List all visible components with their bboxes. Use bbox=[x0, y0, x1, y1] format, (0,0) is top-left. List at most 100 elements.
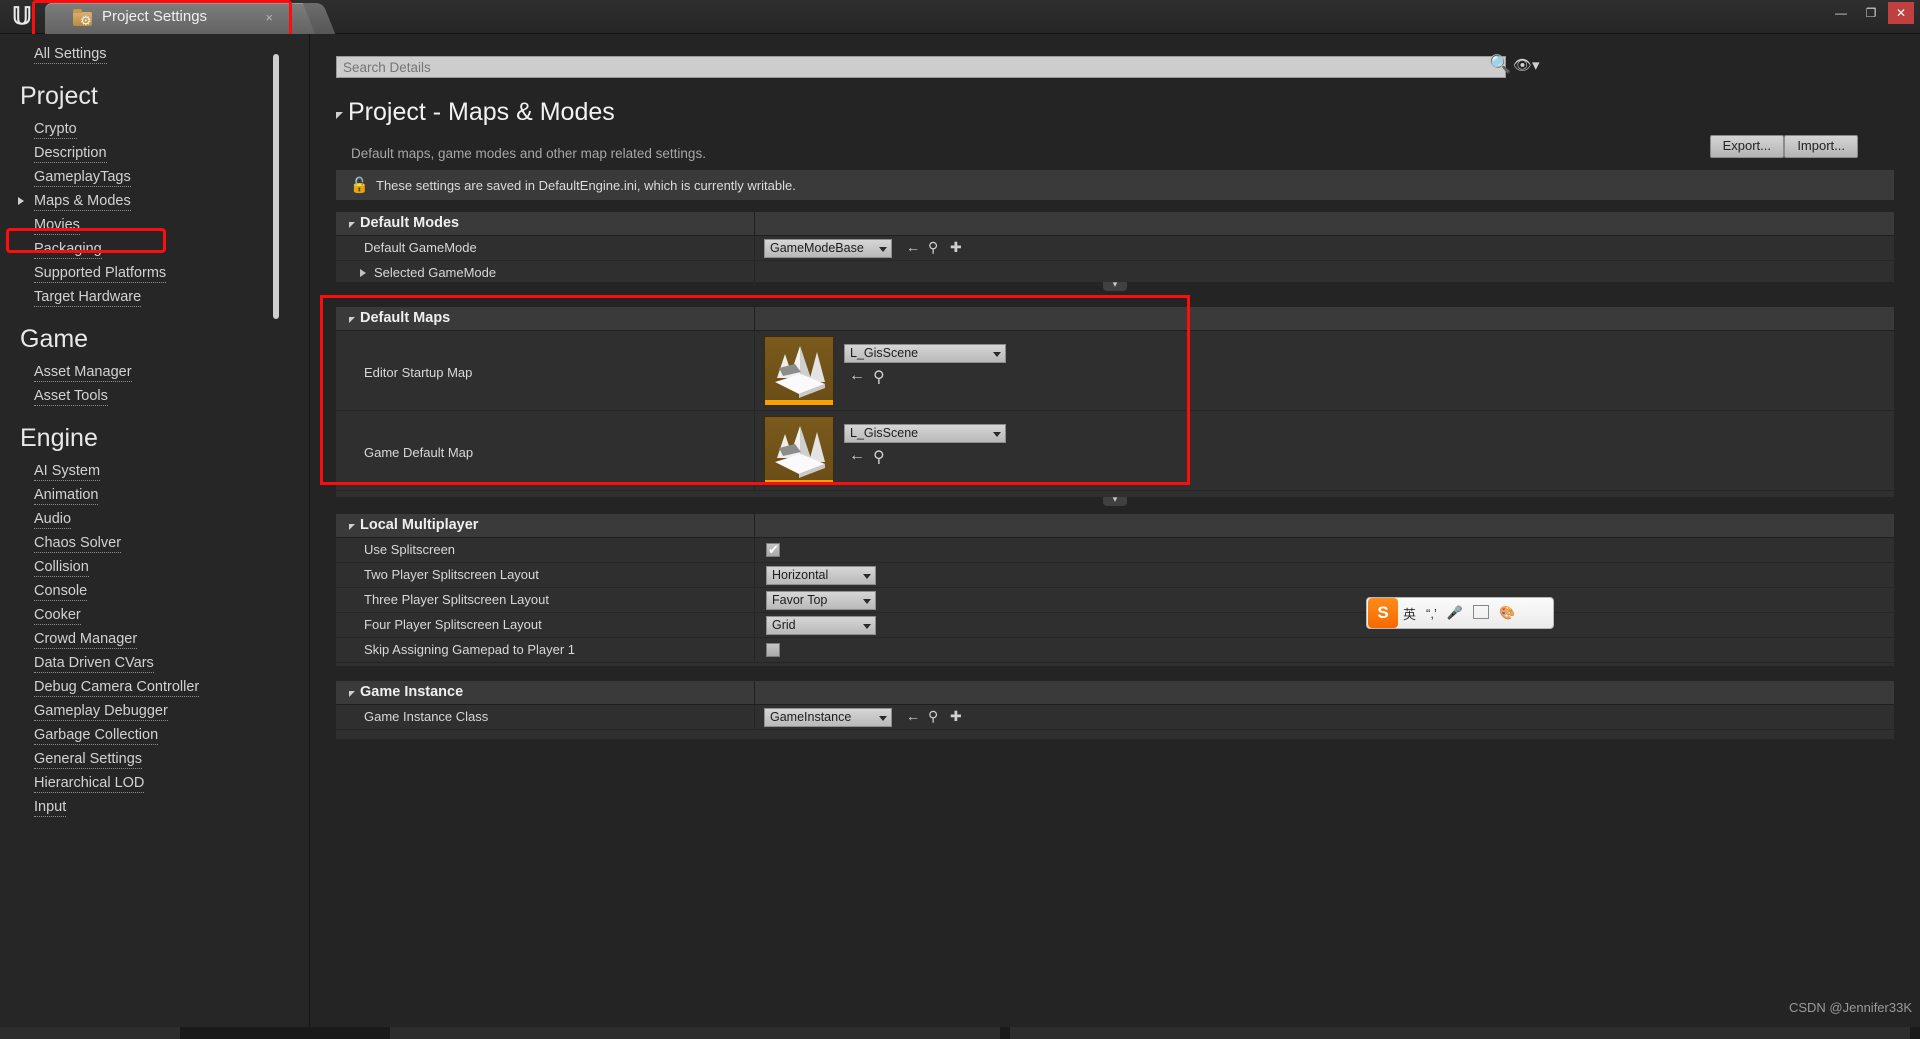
sidebar-item-label: AI System bbox=[34, 463, 101, 481]
palette-icon[interactable]: 🎨 bbox=[1494, 605, 1520, 621]
sidebar-scrollbar[interactable] bbox=[273, 54, 279, 319]
sidebar-item-collision[interactable]: Collision bbox=[0, 555, 309, 579]
sidebar-item-cooker[interactable]: Cooker bbox=[0, 603, 309, 627]
column-divider bbox=[754, 331, 755, 410]
sidebar-item-input[interactable]: Input bbox=[0, 795, 309, 819]
tab-project-settings[interactable]: ⚙ Project Settings × bbox=[45, 3, 315, 34]
asset-combo-box[interactable]: L_GisScene bbox=[844, 424, 1006, 443]
browse-icon[interactable]: ⚲ bbox=[928, 239, 938, 256]
reset-arrow-icon[interactable]: ← bbox=[906, 239, 920, 255]
expand-arrow-icon[interactable] bbox=[360, 269, 366, 277]
browse-icon[interactable]: ⚲ bbox=[873, 447, 885, 467]
combo-box[interactable]: Horizontal bbox=[766, 566, 876, 585]
microphone-icon[interactable]: 🎤 bbox=[1442, 605, 1468, 621]
sidebar-item-debug-camera-controller[interactable]: Debug Camera Controller bbox=[0, 675, 309, 699]
collapse-caret-icon[interactable] bbox=[349, 222, 355, 228]
sidebar-item-label: GameplayTags bbox=[34, 169, 131, 187]
checkbox[interactable] bbox=[766, 643, 780, 657]
checkbox[interactable] bbox=[766, 542, 780, 558]
unreal-engine-logo-icon: 𝕌 bbox=[12, 4, 32, 30]
sidebar-item-asset-tools[interactable]: Asset Tools bbox=[0, 384, 309, 408]
collapse-caret-icon[interactable] bbox=[349, 691, 355, 697]
asset-combo-box[interactable]: L_GisScene bbox=[844, 344, 1006, 363]
sidebar-item-gameplaytags[interactable]: GameplayTags bbox=[0, 165, 309, 189]
sidebar-item-packaging[interactable]: Packaging bbox=[0, 237, 309, 261]
sidebar-item-gameplay-debugger[interactable]: Gameplay Debugger bbox=[0, 699, 309, 723]
section-header[interactable]: Default Maps bbox=[336, 307, 1894, 331]
plus-icon[interactable]: ✚ bbox=[950, 708, 962, 725]
combo-box[interactable]: GameInstance bbox=[764, 708, 892, 727]
keyboard-icon[interactable] bbox=[1468, 604, 1494, 622]
settings-row: Four Player Splitscreen Layout Grid bbox=[336, 613, 1894, 638]
window-controls: — ❐ ✕ bbox=[1828, 2, 1914, 24]
sidebar-item-label: Gameplay Debugger bbox=[34, 703, 168, 721]
section-header[interactable]: Local Multiplayer bbox=[336, 514, 1894, 538]
chevron-down-icon bbox=[993, 432, 1001, 437]
sidebar-item-ai-system[interactable]: AI System bbox=[0, 459, 309, 483]
sidebar-item-label: Crypto bbox=[34, 121, 77, 139]
sidebar-item-description[interactable]: Description bbox=[0, 141, 309, 165]
ime-punctuation-toggle[interactable]: “,’ bbox=[1421, 606, 1442, 621]
sogou-logo-icon[interactable]: S bbox=[1368, 598, 1398, 628]
reset-arrow-icon[interactable]: ← bbox=[906, 708, 920, 724]
combo-box[interactable]: Grid bbox=[766, 616, 876, 635]
ime-language-mode[interactable]: 英 bbox=[1398, 604, 1421, 623]
sidebar-item-movies[interactable]: Movies bbox=[0, 213, 309, 237]
browse-icon[interactable]: ⚲ bbox=[928, 708, 938, 725]
sidebar-item-label: Supported Platforms bbox=[34, 265, 167, 283]
sidebar-item-asset-manager[interactable]: Asset Manager bbox=[0, 360, 309, 384]
combo-box[interactable]: GameModeBase bbox=[764, 239, 892, 258]
sidebar-item-data-driven-cvars[interactable]: Data Driven CVars bbox=[0, 651, 309, 675]
sidebar-item-all-settings[interactable]: All Settings bbox=[0, 34, 309, 66]
column-divider bbox=[754, 613, 755, 637]
reset-arrow-icon[interactable]: ← bbox=[849, 447, 865, 465]
sidebar-item-audio[interactable]: Audio bbox=[0, 507, 309, 531]
reset-arrow-icon[interactable]: ← bbox=[849, 367, 865, 385]
row-label: Default GameMode bbox=[364, 240, 477, 255]
settings-row: Skip Assigning Gamepad to Player 1 bbox=[336, 638, 1894, 663]
asset-thumbnail[interactable] bbox=[764, 336, 834, 406]
view-options-eye-icon[interactable]: 👁▾ bbox=[1513, 56, 1540, 74]
collapse-caret-icon[interactable] bbox=[349, 524, 355, 530]
browse-icon[interactable]: ⚲ bbox=[873, 367, 885, 387]
maximize-button[interactable]: ❐ bbox=[1858, 2, 1884, 24]
tab-close-icon[interactable]: × bbox=[265, 10, 273, 25]
sidebar-item-label: Input bbox=[34, 799, 67, 817]
sidebar-item-crypto[interactable]: Crypto bbox=[0, 117, 309, 141]
import-button[interactable]: Import... bbox=[1784, 135, 1858, 158]
export-button[interactable]: Export... bbox=[1709, 135, 1784, 158]
close-button[interactable]: ✕ bbox=[1888, 2, 1914, 24]
column-divider bbox=[754, 705, 755, 729]
asset-thumbnail[interactable] bbox=[764, 416, 834, 486]
sidebar-item-maps-modes[interactable]: Maps & Modes bbox=[0, 189, 309, 213]
sidebar-item-animation[interactable]: Animation bbox=[0, 483, 309, 507]
search-input[interactable] bbox=[336, 56, 1506, 78]
section-expander-tab[interactable]: ▾ bbox=[1103, 495, 1127, 506]
minimize-button[interactable]: — bbox=[1828, 2, 1854, 24]
search-icon[interactable]: 🔍 bbox=[1489, 54, 1511, 78]
collapse-caret-icon[interactable] bbox=[349, 317, 355, 323]
page-title-caret-icon[interactable] bbox=[336, 112, 343, 119]
row-label: Use Splitscreen bbox=[364, 542, 456, 557]
section-expander-tab[interactable]: ▾ bbox=[1103, 280, 1127, 291]
combo-box[interactable]: Favor Top bbox=[766, 591, 876, 610]
section-header[interactable]: Game Instance bbox=[336, 681, 1894, 705]
sidebar-item-hierarchical-lod[interactable]: Hierarchical LOD bbox=[0, 771, 309, 795]
sidebar-item-supported-platforms[interactable]: Supported Platforms bbox=[0, 261, 309, 285]
sidebar-item-console[interactable]: Console bbox=[0, 579, 309, 603]
sidebar-item-label: Cooker bbox=[34, 607, 81, 625]
sidebar-item-crowd-manager[interactable]: Crowd Manager bbox=[0, 627, 309, 651]
row-label: Game Instance Class bbox=[364, 709, 489, 724]
sidebar-item-general-settings[interactable]: General Settings bbox=[0, 747, 309, 771]
sidebar-item-target-hardware[interactable]: Target Hardware bbox=[0, 285, 309, 309]
sidebar-item-chaos-solver[interactable]: Chaos Solver bbox=[0, 531, 309, 555]
plus-icon[interactable]: ✚ bbox=[950, 239, 962, 256]
column-divider bbox=[754, 411, 755, 490]
chevron-down-icon bbox=[863, 599, 871, 604]
sidebar-item-garbage-collection[interactable]: Garbage Collection bbox=[0, 723, 309, 747]
sidebar-item-label: Asset Tools bbox=[34, 388, 108, 406]
column-divider bbox=[754, 638, 755, 662]
combo-value: Horizontal bbox=[772, 568, 829, 582]
sidebar-group-header: Game bbox=[20, 325, 89, 353]
section-header[interactable]: Default Modes bbox=[336, 212, 1894, 236]
